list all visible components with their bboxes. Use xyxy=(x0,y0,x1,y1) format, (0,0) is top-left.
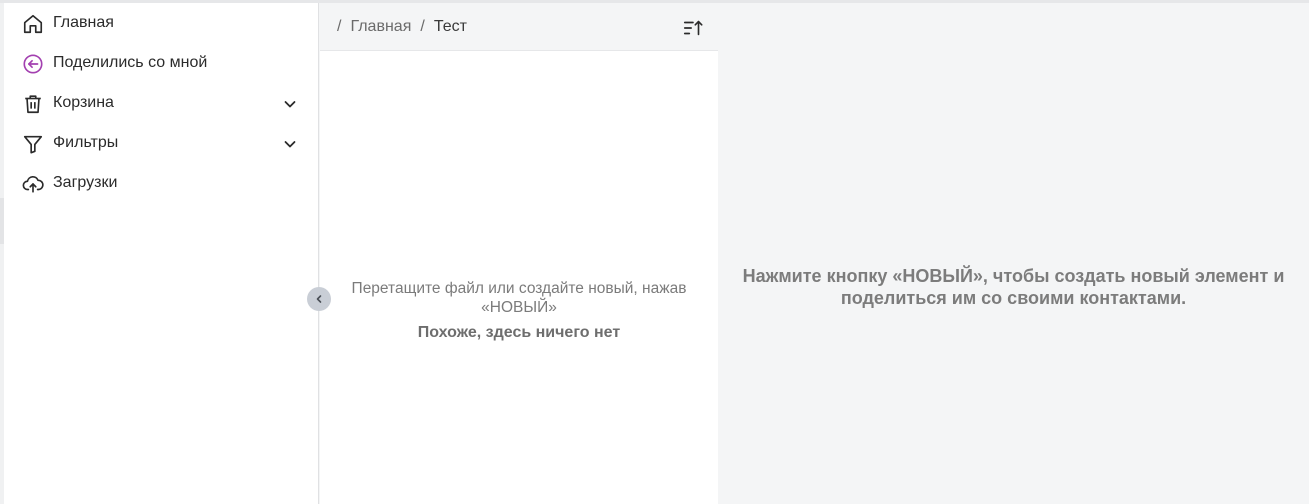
app-root: Главная Поделились со мной Корзина Фильт… xyxy=(0,0,1309,504)
collapse-sidebar-button[interactable] xyxy=(307,287,331,311)
sidebar-item-trash[interactable]: Корзина xyxy=(4,83,319,123)
breadcrumb-item-home[interactable]: Главная xyxy=(350,18,411,36)
sidebar-item-label: Главная xyxy=(53,14,114,31)
sidebar-item-label: Загрузки xyxy=(53,174,118,191)
sidebar: Главная Поделились со мной Корзина Фильт… xyxy=(4,3,319,504)
chevron-left-icon xyxy=(313,293,325,305)
sidebar-item-shared[interactable]: Поделились со мной xyxy=(4,43,319,83)
home-icon xyxy=(22,13,44,35)
chevron-down-icon[interactable] xyxy=(282,136,298,152)
sidebar-item-label: Корзина xyxy=(53,94,114,111)
chevron-down-icon[interactable] xyxy=(282,96,298,112)
empty-state-title: Похоже, здесь ничего нет xyxy=(417,324,621,341)
sidebar-item-uploads[interactable]: Загрузки xyxy=(4,163,319,203)
breadcrumb-separator: / xyxy=(420,18,425,35)
sidebar-item-home[interactable]: Главная xyxy=(4,3,319,43)
trash-icon xyxy=(22,93,44,115)
list-header: / Главная / Тест xyxy=(320,3,718,51)
breadcrumb: / Главная / Тест xyxy=(337,18,467,36)
details-panel: Нажмите кнопку «НОВЫЙ», чтобы создать но… xyxy=(718,3,1309,504)
breadcrumb-item-current: Тест xyxy=(433,18,467,35)
shared-with-me-icon xyxy=(22,53,44,75)
sort-ascending-icon[interactable] xyxy=(682,17,704,39)
upload-icon xyxy=(22,173,44,195)
filter-icon xyxy=(22,133,44,155)
file-list-panel[interactable]: Перетащите файл или создайте новый, нажа… xyxy=(320,51,718,504)
sidebar-item-label: Поделились со мной xyxy=(53,54,208,71)
sidebar-item-filters[interactable]: Фильтры xyxy=(4,123,319,163)
empty-state-hint: Перетащите файл или создайте новый, нажа… xyxy=(351,280,687,316)
sidebar-item-label: Фильтры xyxy=(53,134,119,151)
details-empty-message: Нажмите кнопку «НОВЫЙ», чтобы создать но… xyxy=(742,266,1285,308)
breadcrumb-separator: / xyxy=(337,18,342,35)
